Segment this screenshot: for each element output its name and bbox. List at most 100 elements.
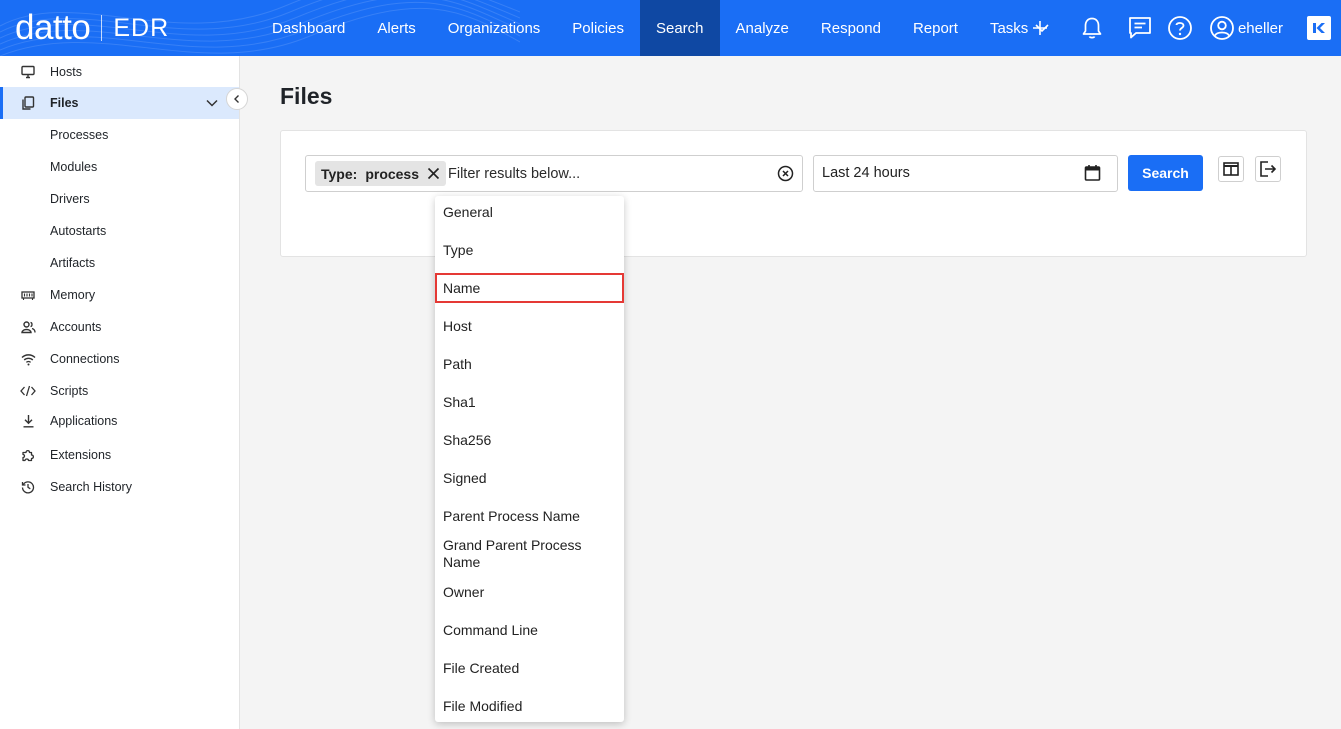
dropdown-option-parent-process-name[interactable]: Parent Process Name <box>435 500 624 532</box>
sidebar-item-label: Modules <box>50 160 98 174</box>
dropdown-option-general[interactable]: General <box>435 196 624 228</box>
sidebar-item-processes[interactable]: Processes <box>0 119 239 151</box>
dropdown-option-label: Command Line <box>443 622 538 638</box>
user-menu[interactable]: eheller <box>1209 15 1283 41</box>
export-icon <box>1259 161 1277 177</box>
date-range-value: Last 24 hours <box>822 165 910 181</box>
nav-dashboard-label: Dashboard <box>272 19 346 37</box>
dropdown-option-signed[interactable]: Signed <box>435 462 624 494</box>
sidebar-item-connections[interactable]: Connections <box>0 343 239 375</box>
dropdown-option-type[interactable]: Type <box>435 234 624 266</box>
dropdown-option-grand-parent-process-name[interactable]: Grand Parent Process Name <box>435 534 624 574</box>
sidebar-item-label: Hosts <box>50 65 82 79</box>
dropdown-option-label: Grand Parent Process Name <box>443 537 582 570</box>
sidebar-item-memory[interactable]: Memory <box>0 279 239 311</box>
sidebar-item-label: Files <box>50 96 79 110</box>
sidebar-item-drivers[interactable]: Drivers <box>0 183 239 215</box>
filter-chip-key: Type: <box>321 165 358 182</box>
sidebar-item-hosts[interactable]: Hosts <box>0 56 239 88</box>
dropdown-option-label: File Modified <box>443 698 523 714</box>
nav-alerts-label: Alerts <box>377 19 416 37</box>
dropdown-option-path[interactable]: Path <box>435 348 624 380</box>
sidebar-item-label: Memory <box>50 288 96 302</box>
columns-button[interactable] <box>1218 156 1244 182</box>
nav-dashboard[interactable]: Dashboard <box>256 0 361 56</box>
nav-report[interactable]: Report <box>897 0 974 56</box>
filter-chip: Type: process <box>315 161 447 186</box>
search-button[interactable]: Search <box>1128 155 1203 191</box>
dropdown-option-label: Parent Process Name <box>443 508 580 524</box>
sidebar-item-scripts[interactable]: Scripts <box>0 375 239 407</box>
dropdown-option-label: Path <box>443 356 472 372</box>
nav-organizations[interactable]: Organizations <box>432 0 557 56</box>
dropdown-option-sha1[interactable]: Sha1 <box>435 386 624 418</box>
export-button[interactable] <box>1255 156 1281 182</box>
history-icon <box>20 479 36 495</box>
filter-box[interactable]: Type: process <box>305 155 803 192</box>
dropdown-option-sha256[interactable]: Sha256 <box>435 424 624 456</box>
dropdown-option-host[interactable]: Host <box>435 310 624 342</box>
main-nav: Dashboard Alerts Organizations Policies … <box>256 0 1066 56</box>
filter-input[interactable] <box>448 162 768 186</box>
chevron-down-icon[interactable] <box>205 96 219 113</box>
date-range-picker[interactable]: Last 24 hours <box>813 155 1118 192</box>
page-title: Files <box>280 83 333 109</box>
nav-alerts[interactable]: Alerts <box>361 0 431 56</box>
sidebar: Hosts Files Processes Modules Drivers Au… <box>0 56 240 729</box>
sidebar-item-label: Extensions <box>50 448 112 462</box>
wifi-icon <box>20 351 36 367</box>
help-icon[interactable] <box>1165 13 1195 43</box>
dropdown-option-label: Owner <box>443 584 485 600</box>
nav-search[interactable]: Search <box>639 0 720 56</box>
dropdown-option-command-line[interactable]: Command Line <box>435 614 624 646</box>
sidebar-item-artifacts[interactable]: Artifacts <box>0 247 239 279</box>
sidebar-item-files[interactable]: Files <box>0 87 239 119</box>
sidebar-item-label: Scripts <box>50 384 89 398</box>
clear-circle-icon[interactable] <box>777 165 794 187</box>
bell-icon[interactable] <box>1077 13 1107 43</box>
nav-tasks-label: Tasks <box>989 19 1029 37</box>
chat-icon[interactable] <box>1125 13 1155 43</box>
sidebar-item-applications[interactable]: Applications <box>0 405 239 437</box>
nav-analyze[interactable]: Analyze <box>720 0 805 56</box>
sidebar-item-label: Autostarts <box>50 224 107 238</box>
puzzle-icon <box>20 447 36 463</box>
memory-icon <box>20 287 36 303</box>
dropdown-option-name[interactable]: Name <box>435 273 624 303</box>
sidebar-item-extensions[interactable]: Extensions <box>0 439 239 471</box>
sidebar-item-label: Drivers <box>50 192 90 206</box>
dropdown-option-label: Type <box>443 242 474 258</box>
nav-respond[interactable]: Respond <box>805 0 897 56</box>
sidebar-item-autostarts[interactable]: Autostarts <box>0 215 239 247</box>
nav-report-label: Report <box>912 19 958 37</box>
nav-respond-label: Respond <box>820 19 881 37</box>
dropdown-option-file-created[interactable]: File Created <box>435 652 624 684</box>
sidebar-collapse-button[interactable] <box>226 88 248 110</box>
plus-icon[interactable] <box>1025 13 1055 43</box>
sidebar-item-label: Artifacts <box>50 256 96 270</box>
product-name: EDR <box>113 14 170 42</box>
dropdown-option-owner[interactable]: Owner <box>435 576 624 608</box>
close-icon[interactable] <box>427 167 440 180</box>
sidebar-item-search-history[interactable]: Search History <box>0 471 239 503</box>
logo-divider <box>101 15 103 41</box>
sidebar-item-accounts[interactable]: Accounts <box>0 311 239 343</box>
nav-right-actions: eheller <box>1025 0 1341 56</box>
dropdown-option-file-modified[interactable]: File Modified <box>435 690 624 722</box>
user-circle-icon <box>1209 15 1235 41</box>
accounts-icon <box>20 319 36 335</box>
dropdown-option-label: Sha256 <box>443 432 492 448</box>
monitor-icon <box>20 64 36 80</box>
calendar-icon[interactable] <box>1084 164 1101 187</box>
code-icon <box>20 383 36 399</box>
chevron-left-icon <box>232 94 242 104</box>
sidebar-item-label: Applications <box>50 414 118 428</box>
dropdown-option-label: General <box>443 204 493 220</box>
datto-edr-logo[interactable]: datto EDR <box>15 8 169 48</box>
nav-policies[interactable]: Policies <box>556 0 640 56</box>
kaseya-logo-icon[interactable] <box>1307 16 1331 40</box>
sidebar-item-modules[interactable]: Modules <box>0 151 239 183</box>
sidebar-item-label: Accounts <box>50 320 102 334</box>
dropdown-option-label: Name <box>443 280 481 296</box>
sidebar-item-label: Connections <box>50 352 120 366</box>
